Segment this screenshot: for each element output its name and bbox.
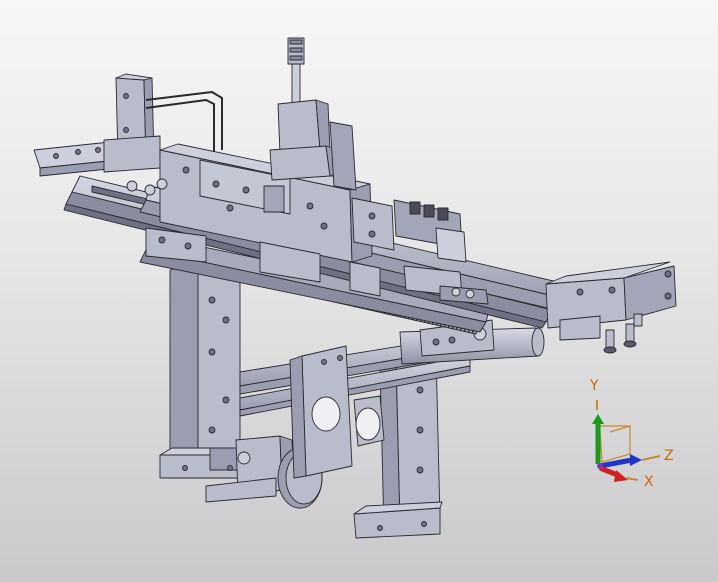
- triad-label-z: Z: [664, 448, 674, 464]
- 3d-viewport[interactable]: Y Z X: [0, 0, 718, 582]
- view-orientation-triad[interactable]: Y Z X: [589, 378, 674, 490]
- left-vertical-cylinder[interactable]: [103, 73, 161, 173]
- triad-label-y: Y: [589, 378, 599, 394]
- triad-label-x: X: [644, 474, 654, 490]
- gripper-cylinder-unit[interactable]: [545, 261, 677, 341]
- triad-frame: [599, 425, 631, 463]
- cad-model-canvas[interactable]: Y Z X: [0, 0, 718, 582]
- cad-assembly[interactable]: [33, 37, 677, 539]
- vertical-lift-cylinder[interactable]: [269, 37, 357, 191]
